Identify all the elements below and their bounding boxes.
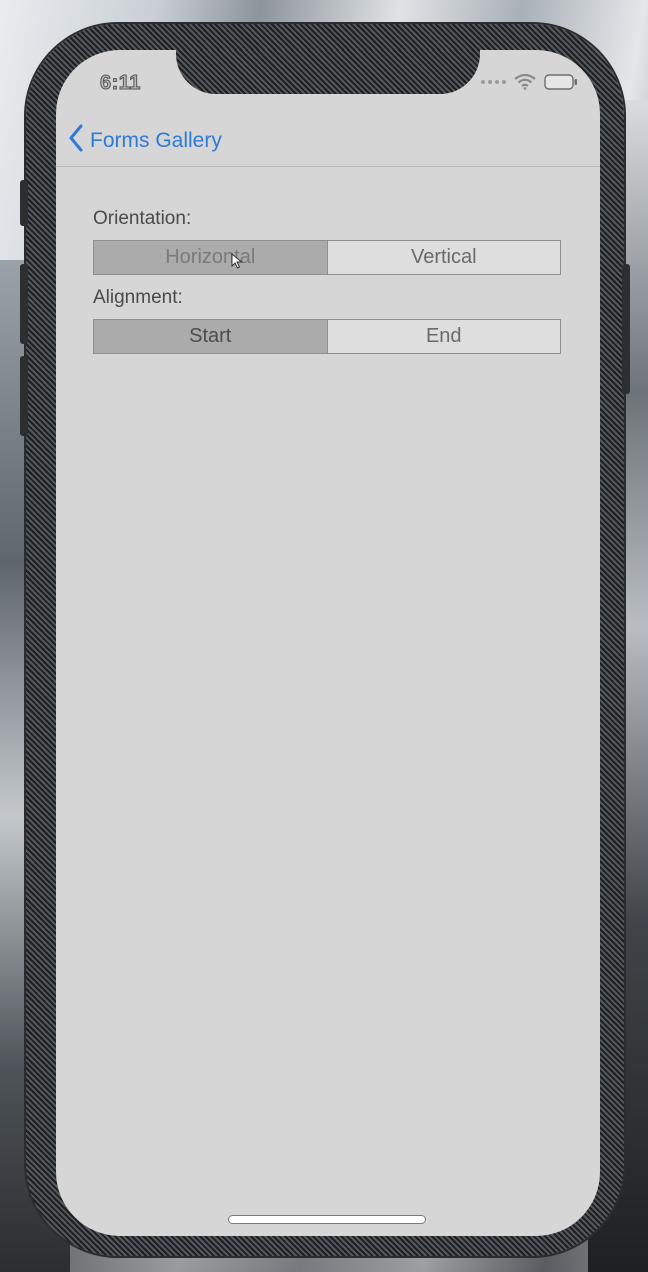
- navigation-bar: Forms Gallery: [56, 116, 600, 167]
- home-indicator[interactable]: [229, 1216, 425, 1223]
- form-content: Orientation: Horizontal Vertical Alignme…: [93, 206, 561, 364]
- alignment-segment-start[interactable]: Start: [94, 320, 327, 353]
- volume-down-button: [20, 356, 28, 436]
- battery-icon: [544, 74, 578, 90]
- chevron-left-icon: [68, 124, 84, 157]
- cellular-signal-icon: [481, 80, 506, 84]
- mute-switch: [20, 180, 28, 226]
- orientation-segmented-control: Horizontal Vertical: [93, 240, 561, 275]
- wifi-icon: [514, 74, 536, 90]
- orientation-label: Orientation:: [93, 208, 192, 229]
- power-button: [622, 264, 630, 394]
- phone-screen: 6:11 Forms Gallery Orientation: Horizont…: [56, 50, 600, 1236]
- notch: [176, 50, 480, 94]
- alignment-segment-end[interactable]: End: [326, 320, 561, 353]
- orientation-segment-vertical[interactable]: Vertical: [326, 241, 561, 274]
- back-button-label: Forms Gallery: [90, 128, 222, 152]
- orientation-segment-horizontal[interactable]: Horizontal: [94, 241, 327, 274]
- status-time: 6:11: [100, 72, 141, 95]
- back-button[interactable]: Forms Gallery: [68, 124, 222, 157]
- alignment-segmented-control: Start End: [93, 319, 561, 354]
- volume-up-button: [20, 264, 28, 344]
- status-indicators: [481, 74, 578, 90]
- alignment-label: Alignment:: [93, 287, 183, 308]
